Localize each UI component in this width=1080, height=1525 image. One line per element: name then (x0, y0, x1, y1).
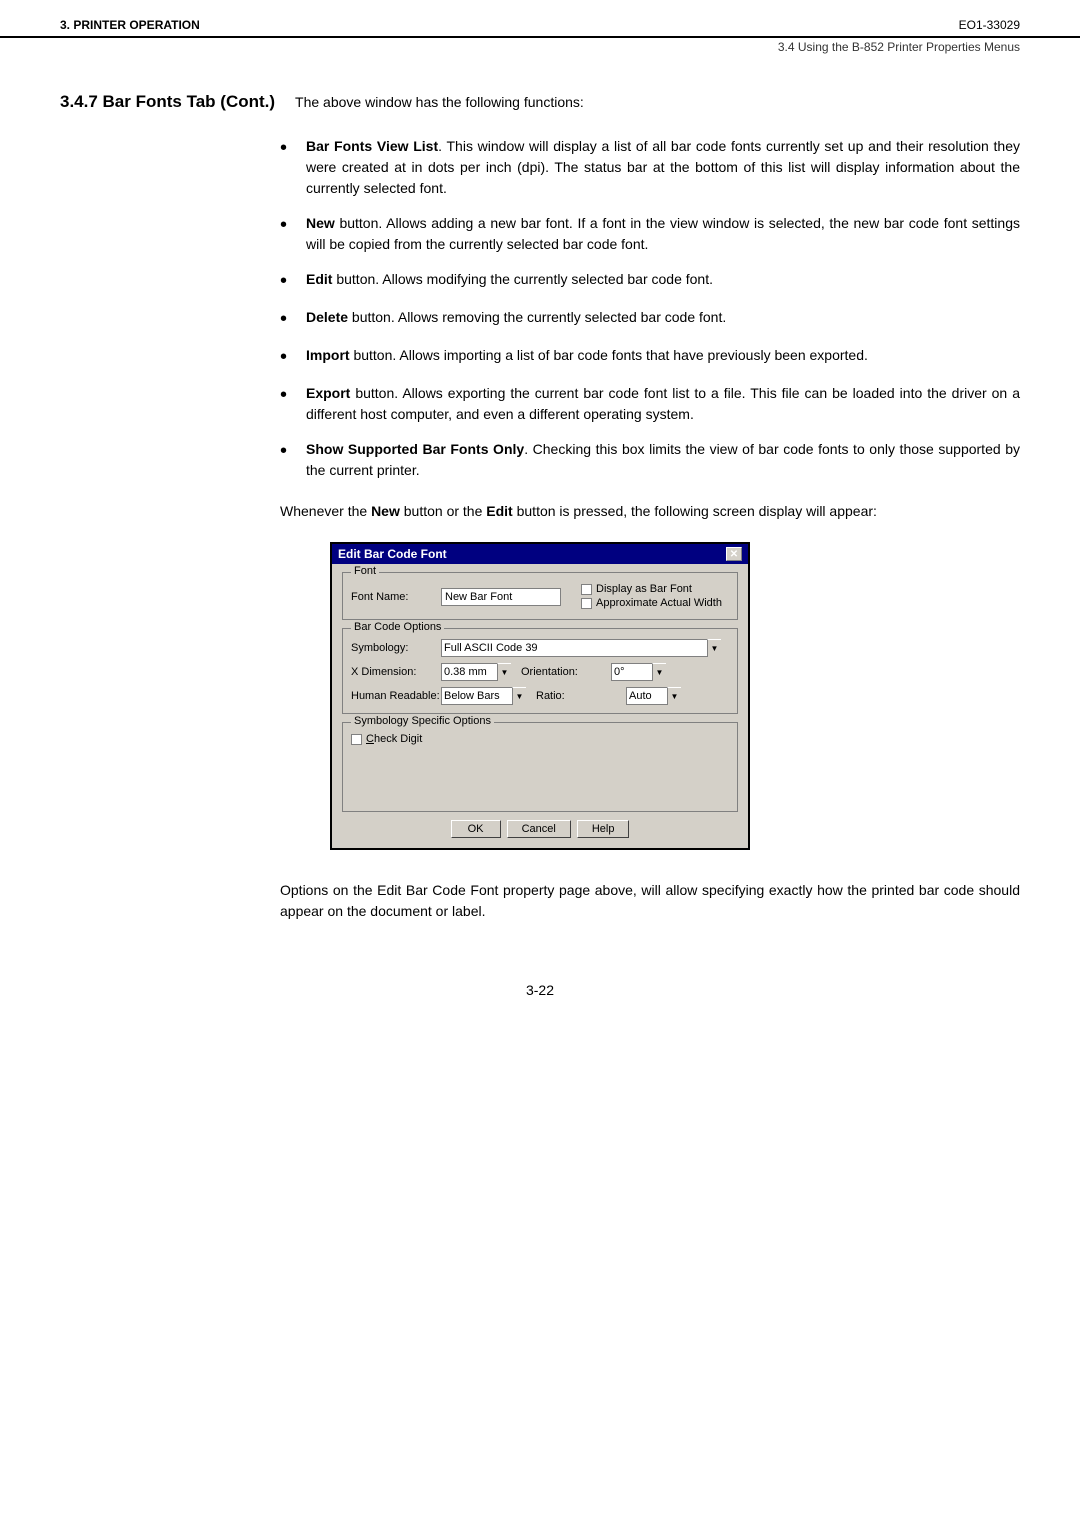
symbology-specific-group: Symbology Specific Options Check Digit (342, 722, 738, 812)
list-item: • Bar Fonts View List. This window will … (280, 136, 1020, 199)
approx-actual-width-item: Approximate Actual Width (581, 597, 722, 609)
font-name-label: Font Name: (351, 591, 441, 603)
bullet-bold: Delete (306, 309, 348, 325)
bullet-text: Delete button. Allows removing the curre… (306, 307, 1020, 328)
bullet-bold: Bar Fonts View List (306, 138, 438, 154)
bullet-text: New button. Allows adding a new bar font… (306, 213, 1020, 255)
page-subheader: 3.4 Using the B-852 Printer Properties M… (0, 38, 1080, 62)
bullet-bold: Edit (306, 271, 332, 287)
symbology-select[interactable]: Full ASCII Code 39 (441, 639, 721, 657)
approx-actual-width-checkbox[interactable] (581, 598, 592, 609)
approx-actual-width-label: Approximate Actual Width (596, 597, 722, 609)
x-dimension-select[interactable]: 0.38 mm (441, 663, 511, 681)
font-checkboxes: Display as Bar Font Approximate Actual W… (581, 583, 722, 611)
font-name-row: Font Name: Display as Bar Font Approxima… (351, 583, 729, 611)
symbology-specific-label: Symbology Specific Options (351, 715, 494, 727)
page-footer: 3-22 (0, 962, 1080, 1008)
close-button[interactable]: ✕ (726, 547, 742, 561)
dialog-buttons: OK Cancel Help (342, 820, 738, 838)
bullet-dot: • (280, 269, 300, 293)
list-item: • Show Supported Bar Fonts Only. Checkin… (280, 439, 1020, 481)
list-item: • Import button. Allows importing a list… (280, 345, 1020, 369)
header-left: 3. PRINTER OPERATION (60, 18, 200, 32)
check-digit-row: Check Digit (351, 733, 729, 745)
edit-barcode-font-dialog[interactable]: Edit Bar Code Font ✕ Font Font Name: (330, 542, 750, 850)
human-readable-select[interactable]: Below Bars (441, 687, 526, 705)
barcode-options-group: Bar Code Options Symbology: Full ASCII C… (342, 628, 738, 714)
check-digit-label: Check Digit (366, 733, 422, 745)
x-dimension-select-wrapper: 0.38 mm ▼ (441, 663, 511, 681)
display-bar-font-checkbox[interactable] (581, 584, 592, 595)
section-number: 3.4.7 Bar Fonts Tab (Cont.) (60, 92, 295, 112)
bullet-text: Import button. Allows importing a list o… (306, 345, 1020, 366)
bullet-dot: • (280, 345, 300, 369)
bullet-dot: • (280, 307, 300, 331)
transition-paragraph: Whenever the New button or the Edit butt… (280, 501, 1020, 522)
bullet-bold: Show Supported Bar Fonts Only (306, 441, 524, 457)
edit-bold: Edit (486, 503, 512, 519)
bullet-text: Export button. Allows exporting the curr… (306, 383, 1020, 425)
bullet-dot: • (280, 439, 300, 463)
page-number: 3-22 (526, 982, 554, 998)
ratio-select[interactable]: Auto (626, 687, 681, 705)
closing-paragraph: Options on the Edit Bar Code Font proper… (280, 880, 1020, 922)
bullet-bold: Import (306, 347, 350, 363)
list-item: • Delete button. Allows removing the cur… (280, 307, 1020, 331)
new-bold: New (371, 503, 400, 519)
dialog-titlebar: Edit Bar Code Font ✕ (332, 544, 748, 564)
display-bar-font-label: Display as Bar Font (596, 583, 692, 595)
barcode-group-label: Bar Code Options (351, 621, 444, 633)
orientation-label: Orientation: (521, 666, 611, 678)
ratio-select-wrapper: Auto ▼ (626, 687, 681, 705)
human-readable-row: Human Readable: Below Bars ▼ Ratio: Auto (351, 687, 729, 705)
font-name-input[interactable] (441, 588, 561, 606)
bullet-text: Edit button. Allows modifying the curren… (306, 269, 1020, 290)
section-heading-row: 3.4.7 Bar Fonts Tab (Cont.) The above wi… (60, 92, 1020, 112)
list-item: • Export button. Allows exporting the cu… (280, 383, 1020, 425)
human-readable-select-wrapper: Below Bars ▼ (441, 687, 526, 705)
subheader-right: 3.4 Using the B-852 Printer Properties M… (778, 40, 1020, 54)
symbology-row: Symbology: Full ASCII Code 39 ▼ (351, 639, 729, 657)
bullet-bold: New (306, 215, 335, 231)
section-intro: The above window has the following funct… (295, 92, 1020, 110)
bullet-text: Bar Fonts View List. This window will di… (306, 136, 1020, 199)
ok-button[interactable]: OK (451, 820, 501, 838)
bullet-text: Show Supported Bar Fonts Only. Checking … (306, 439, 1020, 481)
page-header: 3. PRINTER OPERATION EO1-33029 (0, 0, 1080, 38)
dialog-body: Font Font Name: Display as Bar Font (332, 564, 748, 848)
human-readable-label: Human Readable: (351, 690, 441, 702)
ratio-label: Ratio: (536, 690, 626, 702)
x-dimension-row: X Dimension: 0.38 mm ▼ Orientation: 0° (351, 663, 729, 681)
symbology-label: Symbology: (351, 642, 441, 654)
header-right: EO1-33029 (959, 18, 1020, 32)
display-bar-font-item: Display as Bar Font (581, 583, 722, 595)
bullet-dot: • (280, 213, 300, 237)
bullet-dot: • (280, 136, 300, 160)
symbology-select-wrapper: Full ASCII Code 39 ▼ (441, 639, 721, 657)
cancel-button[interactable]: Cancel (507, 820, 571, 838)
dialog-wrapper: Edit Bar Code Font ✕ Font Font Name: (60, 542, 1020, 850)
orientation-select-wrapper: 0° ▼ (611, 663, 666, 681)
help-button[interactable]: Help (577, 820, 630, 838)
list-item: • New button. Allows adding a new bar fo… (280, 213, 1020, 255)
page-content: 3.4.7 Bar Fonts Tab (Cont.) The above wi… (0, 62, 1080, 962)
font-group-label: Font (351, 565, 379, 577)
orientation-select[interactable]: 0° (611, 663, 666, 681)
bullet-bold: Export (306, 385, 350, 401)
list-item: • Edit button. Allows modifying the curr… (280, 269, 1020, 293)
x-dimension-label: X Dimension: (351, 666, 441, 678)
font-group: Font Font Name: Display as Bar Font (342, 572, 738, 620)
check-digit-checkbox[interactable] (351, 734, 362, 745)
dialog-title: Edit Bar Code Font (338, 547, 447, 561)
bullet-list: • Bar Fonts View List. This window will … (280, 136, 1020, 481)
bullet-dot: • (280, 383, 300, 407)
